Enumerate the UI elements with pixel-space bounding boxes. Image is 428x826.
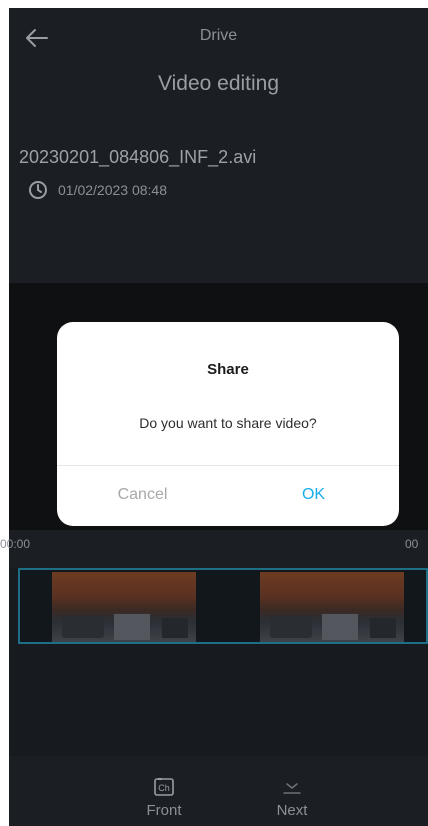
- ok-button[interactable]: OK: [228, 466, 399, 526]
- cancel-button[interactable]: Cancel: [57, 466, 228, 526]
- share-dialog: Share Do you want to share video? Cancel…: [57, 322, 399, 526]
- modal-overlay: Share Do you want to share video? Cancel…: [0, 0, 428, 826]
- dialog-message: Do you want to share video?: [139, 415, 317, 431]
- dialog-title: Share: [207, 361, 249, 378]
